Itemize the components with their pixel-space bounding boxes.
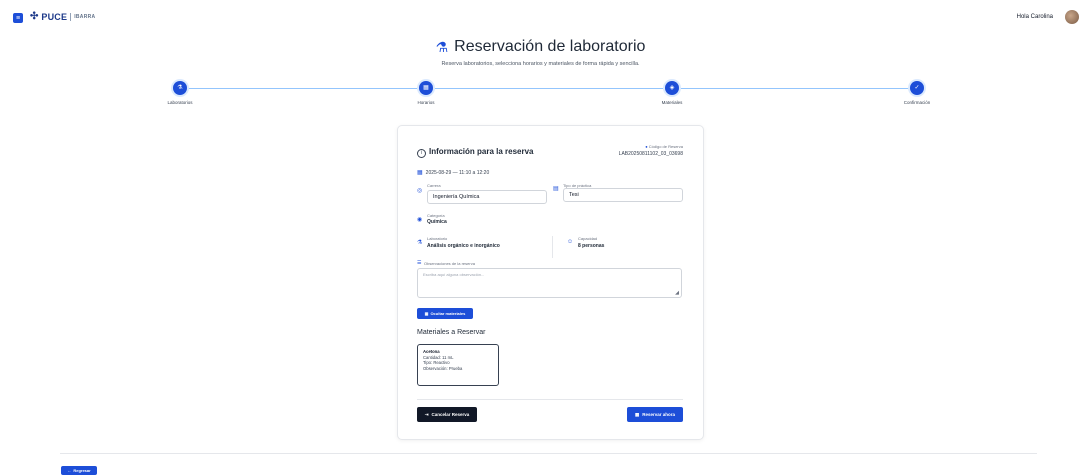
calendar-icon: ▦ bbox=[417, 170, 423, 176]
flask-icon: ⚗ bbox=[417, 240, 423, 246]
brand-name: PUCE bbox=[41, 11, 68, 22]
code-label-text: Código de Reserva bbox=[648, 144, 683, 149]
capacity-label: Capacidad bbox=[578, 236, 598, 241]
material-note: Observación: Prueba bbox=[423, 365, 463, 371]
microscope-icon: ⚗ bbox=[435, 38, 449, 55]
step-laboratorios[interactable]: ⚗ Laboratorios bbox=[140, 81, 220, 105]
notes-placeholder: Escriba aquí alguna observación... bbox=[423, 272, 485, 277]
page-title-wrap: ⚗ Reservación de laboratorio bbox=[0, 38, 1081, 57]
hide-materials-button[interactable]: ▦ Ocultar materiales bbox=[417, 308, 473, 319]
box-icon: ◈ bbox=[669, 85, 675, 91]
logo-divider bbox=[70, 12, 72, 21]
reservation-card: i Información para la reserva ● Código d… bbox=[397, 125, 704, 440]
step-dot: ▦ bbox=[419, 81, 433, 95]
actions-divider bbox=[417, 399, 683, 400]
reserve-now-label: Reservar ahora bbox=[642, 412, 676, 417]
career-field[interactable]: Ingeniería Química bbox=[427, 190, 547, 204]
info-divider bbox=[552, 236, 553, 258]
back-button[interactable]: ← Regresar bbox=[61, 466, 97, 475]
user-greeting: Hola Carolina bbox=[1016, 14, 1053, 20]
hide-materials-label: Ocultar materiales bbox=[430, 311, 466, 316]
step-dot: ◈ bbox=[665, 81, 679, 95]
step-label: Confirmación bbox=[903, 100, 931, 105]
campus-name: IBARRA bbox=[74, 13, 96, 20]
step-confirmacion[interactable]: ✓ Confirmación bbox=[877, 81, 957, 105]
step-label: Materiales bbox=[661, 100, 683, 105]
notes-textarea[interactable]: Escriba aquí alguna observación... ◢ bbox=[417, 268, 682, 298]
logo-mark-icon: ✣ bbox=[30, 11, 39, 22]
people-icon: ☺ bbox=[567, 239, 574, 245]
step-dot: ✓ bbox=[910, 81, 924, 95]
logout-icon: ⇥ bbox=[424, 411, 429, 417]
page-subtitle: Reserva laboratorios, selecciona horario… bbox=[441, 61, 640, 67]
step-horarios[interactable]: ▦ Horarios bbox=[386, 81, 466, 105]
category-icon: ◉ bbox=[417, 217, 423, 223]
practice-type-field[interactable]: Tesi bbox=[563, 188, 683, 202]
reserve-now-button[interactable]: ▦ Reservar ahora bbox=[627, 407, 683, 422]
menu-icon: ≡ bbox=[15, 14, 21, 22]
step-label: Laboratorios bbox=[167, 100, 193, 105]
materials-title: Materiales a Reservar bbox=[417, 329, 486, 336]
avatar[interactable] bbox=[1065, 10, 1079, 24]
stepper-line bbox=[180, 88, 917, 89]
category-value: Química bbox=[427, 219, 447, 225]
lab-label: Laboratorio bbox=[427, 236, 448, 241]
calendar-icon: ▦ bbox=[423, 85, 429, 91]
graduation-icon: ◎ bbox=[417, 188, 423, 194]
career-label: Carrera bbox=[427, 183, 441, 188]
page-title-text: Reservación de laboratorio bbox=[454, 38, 646, 55]
step-dot: ⚗ bbox=[173, 81, 187, 95]
cancel-reservation-label: Cancelar Reserva bbox=[431, 412, 470, 417]
datetime-text: 2025-08-29 — 11:10 a 12:20 bbox=[425, 169, 490, 176]
arrow-left-icon: ← bbox=[67, 468, 72, 473]
material-card: Acetona Cantidad: 11 mL Tipo: Reactivo O… bbox=[417, 344, 499, 386]
page-title: ⚗ Reservación de laboratorio bbox=[436, 38, 646, 56]
back-label: Regresar bbox=[73, 468, 91, 473]
step-materiales[interactable]: ◈ Materiales bbox=[632, 81, 712, 105]
lab-value: Análisis orgánico e inorgánico bbox=[427, 243, 500, 249]
cancel-reservation-button[interactable]: ⇥ Cancelar Reserva bbox=[417, 407, 477, 422]
datetime-row: ▦ 2025-08-29 — 11:10 a 12:20 bbox=[417, 169, 490, 177]
puce-logo[interactable]: ✣ PUCE IBARRA bbox=[30, 11, 95, 22]
list-icon: ▦ bbox=[424, 311, 429, 316]
practice-type-icon: ▤ bbox=[553, 186, 559, 192]
top-bar: ≡ ✣ PUCE IBARRA Hola Carolina bbox=[0, 0, 1081, 34]
footer-divider bbox=[60, 453, 1037, 454]
code-value: LAB20250811102_03_03698 bbox=[618, 151, 683, 157]
flask-icon: ⚗ bbox=[177, 85, 183, 91]
info-icon: i bbox=[417, 149, 426, 158]
notes-label: Observaciones de la reserva bbox=[424, 261, 475, 266]
category-label: Categoría bbox=[427, 213, 445, 218]
check-icon: ✓ bbox=[914, 85, 920, 91]
menu-button[interactable]: ≡ bbox=[13, 13, 23, 23]
capacity-value: 8 personas bbox=[578, 243, 605, 249]
code-label: ● Código de Reserva bbox=[645, 144, 683, 149]
card-title: Información para la reserva bbox=[429, 147, 534, 156]
calendar-check-icon: ▦ bbox=[634, 411, 640, 417]
resize-handle-icon[interactable]: ◢ bbox=[675, 290, 679, 296]
notes-icon: ☰ bbox=[417, 260, 422, 266]
step-label: Horarios bbox=[417, 100, 435, 105]
